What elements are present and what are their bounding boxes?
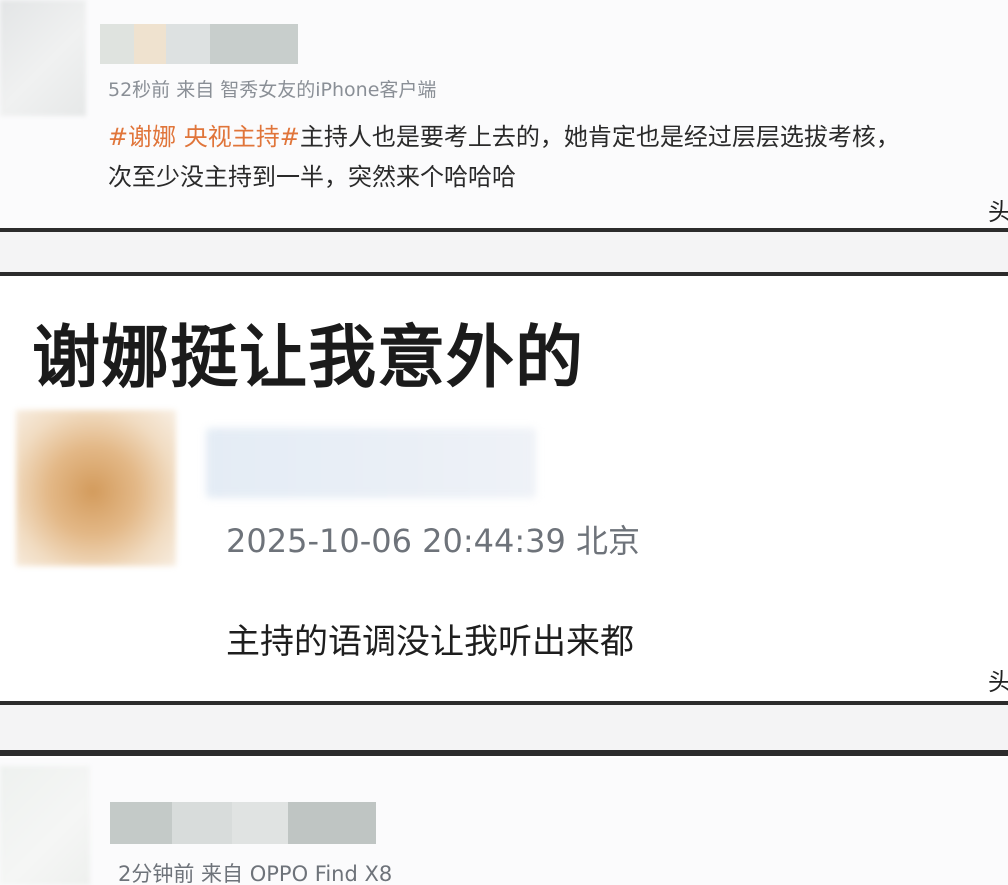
username-blurred[interactable]: [100, 24, 298, 64]
username-blurred[interactable]: [206, 428, 536, 498]
username-blurred[interactable]: [110, 802, 376, 844]
cutoff-glyph: 头: [988, 198, 1008, 226]
comment-card-1: 52秒前 来自 智秀女友的iPhone客户端 #谢娜 央视主持#主持人也是要考上…: [0, 0, 1008, 230]
divider: [0, 750, 1008, 756]
post-meta: 52秒前 来自 智秀女友的iPhone客户端: [108, 79, 437, 101]
post-meta: 2分钟前 来自 OPPO Find X8: [118, 862, 393, 885]
comment-card-3: 2分钟前 来自 OPPO Find X8: [0, 758, 1008, 885]
comment-text: #谢娜 央视主持#主持人也是要考上去的，她肯定也是经过层层选拔考核， 次至少没主…: [108, 117, 1008, 197]
gap: [0, 705, 1008, 750]
comment-text: 主持的语调没让我听出来都: [226, 622, 634, 662]
avatar-blurred[interactable]: [0, 766, 90, 885]
post-timestamp-location: 2025-10-06 20:44:39 北京: [226, 522, 641, 560]
comment-card-2: 谢娜挺让我意外的 2025-10-06 20:44:39 北京 主持的语调没让我…: [0, 276, 1008, 701]
comment-text-line-1: 主持人也是要考上去的，她肯定也是经过层层选拔考核，: [299, 123, 900, 151]
cutoff-glyph: 头: [988, 668, 1008, 696]
gap: [0, 232, 1008, 272]
comment-text-line-2: 次至少没主持到一半，突然来个哈哈哈: [108, 163, 516, 191]
headline-caption: 谢娜挺让我意外的: [32, 319, 585, 398]
avatar-blurred[interactable]: [16, 410, 176, 566]
avatar-blurred[interactable]: [0, 0, 86, 116]
hashtag-link[interactable]: #谢娜 央视主持#: [108, 123, 300, 151]
